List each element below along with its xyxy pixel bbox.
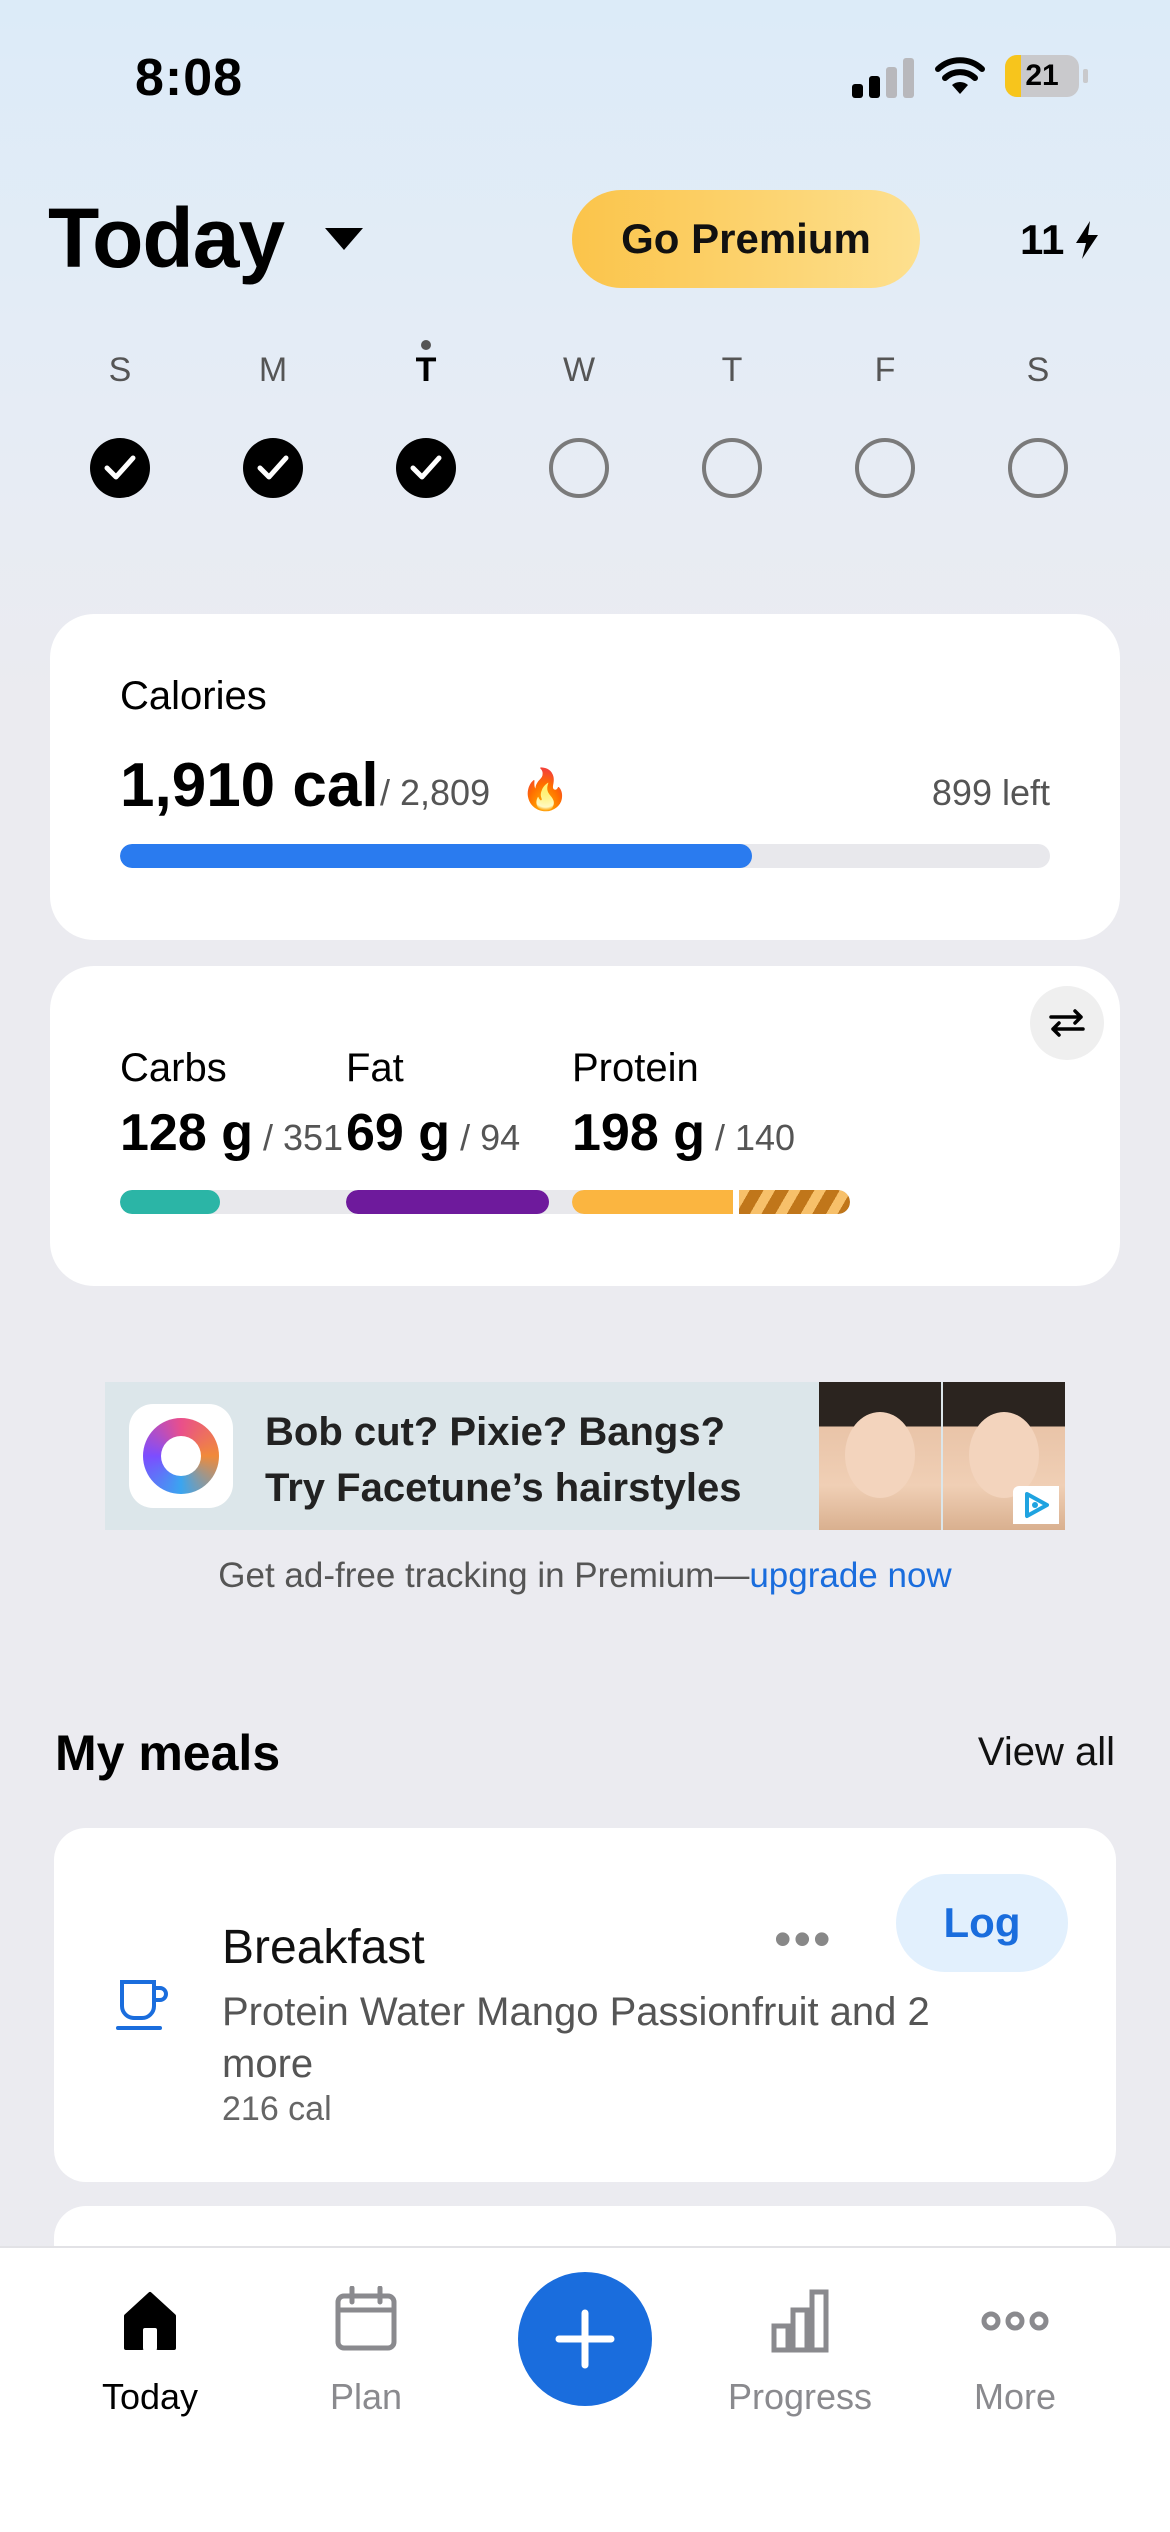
tab-plan[interactable]: Plan	[266, 2285, 466, 2418]
day-letter: W	[562, 351, 596, 389]
ad-free-upsell: Get ad-free tracking in Premium—upgrade …	[0, 1556, 1170, 1596]
meal-name: Breakfast	[222, 1921, 425, 1974]
day-2[interactable]: T	[366, 340, 486, 508]
battery-level: 21	[1025, 59, 1059, 92]
caret-down-icon[interactable]	[325, 228, 363, 250]
day-4[interactable]: T	[672, 348, 792, 508]
status-time: 8:08	[135, 49, 244, 107]
page-title[interactable]: Today	[48, 190, 285, 287]
calories-left: 899 left	[931, 772, 1050, 813]
status-bar: 8:08 21	[0, 0, 1170, 150]
meal-calories: 216 cal	[222, 2090, 332, 2128]
tab-bar: Today Plan Progress More	[0, 2246, 1170, 2532]
day-6[interactable]: S	[978, 348, 1098, 508]
upgrade-now-link[interactable]: upgrade now	[749, 1556, 951, 1595]
more-dots-icon	[915, 2286, 1115, 2366]
ad-photo-before	[819, 1382, 941, 1530]
day-incomplete-circle-icon	[855, 438, 915, 498]
view-all-link[interactable]: View all	[978, 1730, 1115, 1775]
my-meals-title: My meals	[55, 1725, 281, 1781]
macro-name: Protein	[572, 1046, 699, 1090]
macro-value: 128 g	[120, 1104, 253, 1162]
day-letter: S	[1026, 351, 1050, 389]
meal-description: Protein Water Mango Passionfruit and 2 m…	[222, 1990, 930, 2086]
wifi-icon	[935, 56, 985, 96]
go-premium-button[interactable]: Go Premium	[572, 190, 920, 288]
calories-consumed: 1,910 cal	[120, 751, 379, 820]
day-5[interactable]: F	[825, 348, 945, 508]
ad-headline: Bob cut? Pixie? Bangs?	[265, 1410, 726, 1454]
macro-progress-fill	[120, 1190, 221, 1214]
macro-progress-bar	[572, 1190, 850, 1214]
today-indicator-dot	[421, 340, 431, 350]
calories-label: Calories	[120, 674, 267, 718]
macro-goal: / 94	[460, 1117, 521, 1158]
calories-progress-fill	[120, 844, 753, 868]
ad-banner[interactable]: Bob cut? Pixie? Bangs? Try Facetune’s ha…	[105, 1382, 1065, 1530]
day-incomplete-circle-icon	[549, 438, 609, 498]
tab-label: Plan	[329, 2376, 403, 2417]
add-button[interactable]	[518, 2272, 652, 2406]
ad-subline: Try Facetune’s hairstyles	[265, 1466, 742, 1510]
lightning-icon	[1076, 221, 1099, 259]
day-3[interactable]: W	[519, 348, 639, 508]
day-1[interactable]: M	[213, 348, 333, 508]
day-0[interactable]: S	[60, 348, 180, 508]
tab-today[interactable]: Today	[50, 2286, 250, 2418]
meal-more-button[interactable]: •••	[774, 1910, 833, 1968]
day-letter: M	[258, 351, 288, 389]
macro-goal: / 140	[714, 1117, 796, 1158]
day-complete-check-icon	[396, 438, 456, 498]
day-letter: T	[415, 351, 437, 389]
macro-progress-fill	[572, 1190, 850, 1214]
cellular-signal-icon	[852, 58, 916, 98]
day-letter: S	[108, 351, 132, 389]
day-complete-check-icon	[90, 438, 150, 498]
plus-icon	[555, 2309, 615, 2369]
streak-counter[interactable]: 11	[1020, 210, 1100, 270]
calories-goal: / 2,809	[380, 772, 491, 813]
streak-count: 11	[1020, 216, 1065, 263]
home-icon	[50, 2286, 250, 2366]
adchoices-icon[interactable]	[1013, 1486, 1059, 1524]
coffee-cup-icon	[114, 1976, 174, 2041]
tab-label: Today	[101, 2376, 199, 2417]
day-letter: F	[874, 351, 896, 389]
calories-card[interactable]: Calories 1,910 cal / 2,809 🔥 899 left	[50, 614, 1120, 940]
swap-view-button[interactable]	[1030, 986, 1104, 1060]
flame-icon: 🔥	[520, 768, 570, 812]
tab-label: Progress	[727, 2376, 873, 2417]
tab-more[interactable]: More	[915, 2286, 1115, 2418]
calendar-icon	[266, 2285, 466, 2366]
calories-progress-bar	[120, 844, 1050, 868]
bar-chart-icon	[700, 2286, 900, 2366]
day-incomplete-circle-icon	[1008, 438, 1068, 498]
macros-card[interactable]: Carbs 128 g/ 351 Fat 69 g/ 94 Protein 198 g / …	[50, 966, 1120, 1286]
day-letter: T	[721, 351, 743, 389]
macro-protein: Protein 198 g/ 140	[572, 1046, 852, 1163]
tab-progress[interactable]: Progress	[700, 2286, 900, 2418]
facetune-logo	[129, 1404, 233, 1508]
battery-icon: 21	[1005, 55, 1088, 97]
macro-goal: / 351	[262, 1117, 344, 1158]
macro-value: 69 g	[346, 1104, 451, 1162]
swap-arrows-icon	[1049, 1009, 1085, 1037]
day-incomplete-circle-icon	[702, 438, 762, 498]
macro-value: 198 g	[572, 1104, 705, 1162]
log-meal-button[interactable]: Log	[896, 1874, 1068, 1972]
week-strip: SMTWTFS	[60, 340, 1110, 508]
upsell-text: Get ad-free tracking in Premium—	[218, 1556, 750, 1595]
day-complete-check-icon	[243, 438, 303, 498]
meal-card-breakfast[interactable]: Breakfast ••• Log Protein Water Mango Pa…	[54, 1828, 1116, 2182]
macro-progress-fill	[346, 1190, 549, 1214]
macro-values: 198 g/ 140	[572, 1103, 852, 1163]
tab-label: More	[973, 2376, 1057, 2417]
